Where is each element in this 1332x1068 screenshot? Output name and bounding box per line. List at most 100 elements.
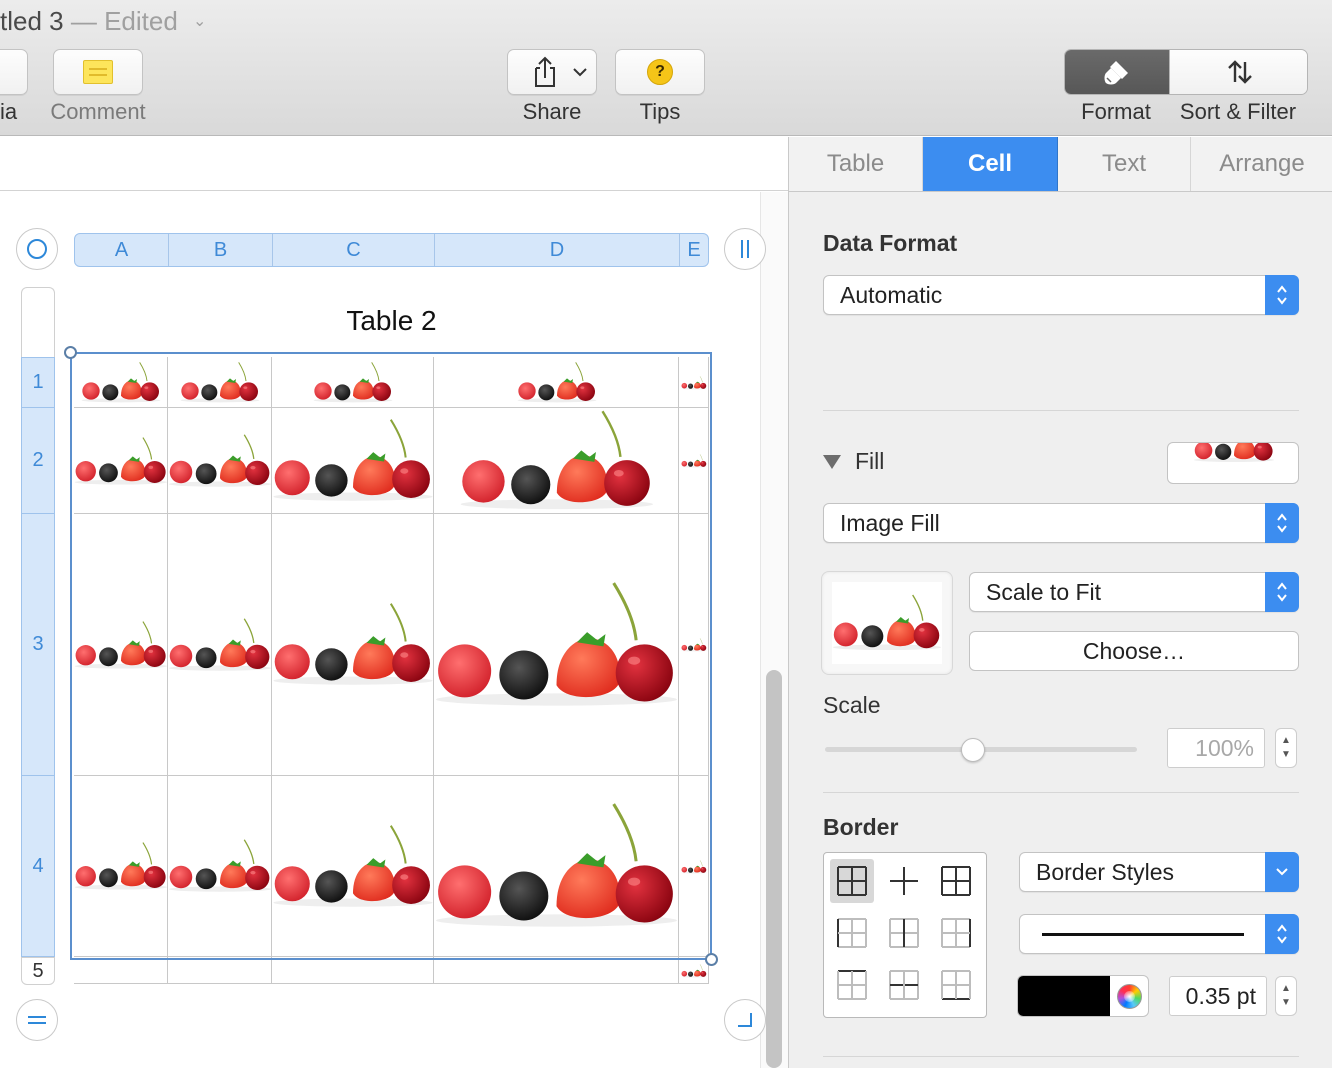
sort-filter-button[interactable] bbox=[1169, 50, 1307, 94]
table-cell[interactable] bbox=[168, 408, 272, 514]
add-row-handle[interactable] bbox=[16, 999, 58, 1041]
chevron-up-icon[interactable]: ▲ bbox=[1281, 734, 1291, 748]
column-header-e[interactable]: E bbox=[680, 234, 708, 266]
horizontal-inside-border-icon[interactable] bbox=[882, 963, 926, 1007]
canvas-ruler-strip bbox=[0, 137, 788, 191]
vertical-scroll-thumb[interactable] bbox=[766, 670, 782, 1068]
chevron-down-icon bbox=[573, 68, 587, 77]
outside-borders-icon[interactable] bbox=[934, 859, 978, 903]
data-format-popup[interactable]: Automatic bbox=[823, 275, 1299, 315]
inside-borders-icon[interactable] bbox=[882, 859, 926, 903]
berries-image bbox=[680, 376, 708, 390]
select-all-handle[interactable] bbox=[16, 228, 58, 270]
row-header-3[interactable]: 3 bbox=[21, 514, 55, 776]
column-header-a[interactable]: A bbox=[75, 234, 169, 266]
up-down-arrows-icon bbox=[1265, 572, 1299, 612]
table-cell[interactable] bbox=[679, 514, 709, 776]
column-resize-icon bbox=[741, 240, 749, 258]
table-cell[interactable] bbox=[679, 776, 709, 957]
section-divider bbox=[823, 1056, 1299, 1057]
border-color-well[interactable] bbox=[1017, 975, 1149, 1017]
chevron-down-icon[interactable]: ⌄ bbox=[193, 11, 206, 31]
edited-status[interactable]: Edited bbox=[104, 6, 178, 36]
row-header-2[interactable]: 2 bbox=[21, 408, 55, 514]
table-resize-handle[interactable] bbox=[724, 999, 766, 1041]
scale-stepper[interactable]: ▲ ▼ bbox=[1275, 728, 1297, 768]
table-cell[interactable] bbox=[74, 957, 168, 984]
table-cell[interactable] bbox=[272, 514, 434, 776]
color-wheel-icon[interactable] bbox=[1117, 984, 1142, 1009]
toolbar: tled 3 — Edited ⌄ ia Comment Share ? Tip… bbox=[0, 0, 1332, 136]
choose-image-button[interactable]: Choose… bbox=[969, 631, 1299, 671]
fill-type-popup[interactable]: Image Fill bbox=[823, 503, 1299, 543]
table-cell[interactable] bbox=[168, 957, 272, 984]
all-borders-icon[interactable] bbox=[830, 859, 874, 903]
table-cell[interactable] bbox=[272, 408, 434, 514]
top-border-icon[interactable] bbox=[830, 963, 874, 1007]
border-width-stepper[interactable]: ▲ ▼ bbox=[1275, 976, 1297, 1016]
table-cell[interactable] bbox=[272, 357, 434, 408]
sort-arrows-icon bbox=[1227, 60, 1252, 84]
image-well[interactable] bbox=[821, 571, 953, 675]
chevron-down-icon[interactable]: ▼ bbox=[1281, 996, 1291, 1010]
table-cell[interactable] bbox=[74, 776, 168, 957]
line-style-popup[interactable] bbox=[1019, 914, 1299, 954]
berries-image bbox=[74, 620, 168, 671]
media-button[interactable] bbox=[0, 49, 28, 95]
image-scaling-value: Scale to Fit bbox=[986, 578, 1102, 605]
tab-table[interactable]: Table bbox=[789, 137, 923, 191]
table-cell[interactable] bbox=[74, 514, 168, 776]
table-cell[interactable] bbox=[74, 357, 168, 408]
corner-resize-icon bbox=[738, 1013, 752, 1027]
disclosure-triangle-icon[interactable] bbox=[823, 455, 841, 469]
table-cell[interactable] bbox=[434, 408, 679, 514]
tab-arrange[interactable]: Arrange bbox=[1191, 137, 1332, 191]
table-cell[interactable] bbox=[679, 408, 709, 514]
fill-preview-swatch[interactable] bbox=[1167, 442, 1299, 484]
table-cell[interactable] bbox=[168, 776, 272, 957]
border-color-swatch[interactable] bbox=[1018, 976, 1110, 1016]
table-cell[interactable] bbox=[168, 357, 272, 408]
format-inspector: Table Cell Text Arrange Data Format Auto… bbox=[788, 137, 1332, 1068]
table-cell[interactable] bbox=[679, 957, 709, 984]
border-styles-value: Border Styles bbox=[1036, 858, 1175, 885]
bottom-border-icon[interactable] bbox=[934, 963, 978, 1007]
table-cell[interactable] bbox=[272, 776, 434, 957]
chevron-up-icon[interactable]: ▲ bbox=[1281, 982, 1291, 996]
column-header-d[interactable]: D bbox=[435, 234, 680, 266]
border-width-field[interactable]: 0.35 pt bbox=[1169, 976, 1267, 1016]
tab-cell[interactable]: Cell bbox=[923, 137, 1058, 191]
table-cell[interactable] bbox=[434, 357, 679, 408]
table-cell[interactable] bbox=[434, 957, 679, 984]
row-header-4[interactable]: 4 bbox=[21, 776, 55, 957]
border-styles-popup[interactable]: Border Styles bbox=[1019, 852, 1299, 892]
format-button[interactable] bbox=[1065, 50, 1169, 94]
table-cell[interactable] bbox=[168, 514, 272, 776]
row-header-5[interactable]: 5 bbox=[21, 957, 55, 985]
row-header-1[interactable]: 1 bbox=[21, 357, 55, 408]
tab-text[interactable]: Text bbox=[1058, 137, 1191, 191]
tips-button[interactable]: ? bbox=[615, 49, 705, 95]
column-header-c[interactable]: C bbox=[273, 234, 435, 266]
row-resize-icon bbox=[28, 1016, 46, 1024]
share-button[interactable] bbox=[507, 49, 597, 95]
table-cell[interactable] bbox=[74, 408, 168, 514]
comment-button[interactable] bbox=[53, 49, 143, 95]
left-border-icon[interactable] bbox=[830, 911, 874, 955]
column-header-b[interactable]: B bbox=[169, 234, 273, 266]
table-cell[interactable] bbox=[272, 957, 434, 984]
right-border-icon[interactable] bbox=[934, 911, 978, 955]
image-scaling-popup[interactable]: Scale to Fit bbox=[969, 572, 1299, 612]
table-title[interactable]: Table 2 bbox=[74, 305, 709, 337]
table-cell[interactable] bbox=[679, 357, 709, 408]
scale-field[interactable]: 100% bbox=[1167, 728, 1265, 768]
data-format-value: Automatic bbox=[840, 281, 943, 308]
window-title: tled 3 — Edited ⌄ bbox=[0, 6, 206, 37]
scale-slider-knob[interactable] bbox=[961, 738, 985, 762]
berries-image bbox=[168, 617, 272, 673]
vertical-inside-border-icon[interactable] bbox=[882, 911, 926, 955]
add-column-handle[interactable] bbox=[724, 228, 766, 270]
chevron-down-icon[interactable]: ▼ bbox=[1281, 748, 1291, 762]
table-cell[interactable] bbox=[434, 514, 679, 776]
table-cell[interactable] bbox=[434, 776, 679, 957]
